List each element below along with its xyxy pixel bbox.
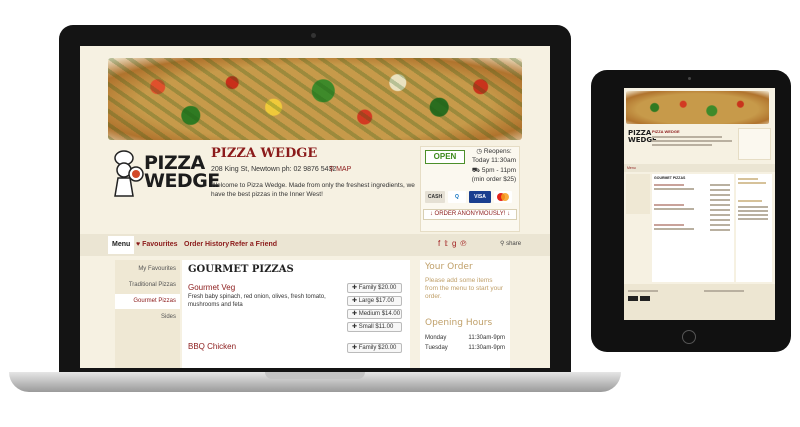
- hours-row: Tuesday 11:30am-9pm: [425, 345, 505, 351]
- q-card-icon: Q: [448, 191, 466, 203]
- map-link[interactable]: ⚲ MAP: [329, 165, 351, 173]
- welcome-text: Welcome to Pizza Wedge. Made from only t…: [211, 182, 415, 198]
- add-size-button[interactable]: ✚ Family $20.00: [347, 283, 402, 293]
- tab-menu[interactable]: Menu: [108, 236, 135, 254]
- tab-order-history[interactable]: Order History: [184, 236, 229, 254]
- menu-item-name[interactable]: Gourmet Veg: [188, 283, 235, 292]
- add-size-button[interactable]: ✚ Small $11.00: [347, 322, 402, 332]
- map-pin-icon: ⚲: [329, 166, 335, 173]
- hours-row: Monday 11:30am-9pm: [425, 335, 505, 341]
- tablet-category-sidebar: [626, 174, 650, 214]
- pinterest-icon[interactable]: ℗: [460, 239, 470, 248]
- tablet-nav-bar: [624, 164, 775, 172]
- category-traditional-pizzas[interactable]: Traditional Pizzas: [115, 278, 180, 293]
- social-icons: f𝕥g℗: [438, 239, 470, 248]
- arrow-down-icon: ↓: [429, 211, 433, 217]
- payment-methods: CASH Q VISA: [425, 191, 515, 203]
- menu-item-name[interactable]: BBQ Chicken: [188, 342, 236, 351]
- laptop-screen: PIZZA WEDGE PIZZA WEDGE 208 King St, New…: [80, 46, 550, 368]
- tablet-order-panel: [736, 174, 772, 282]
- tablet-home-button[interactable]: [682, 330, 696, 344]
- open-status-badge: OPEN: [425, 150, 465, 164]
- order-anonymously-button[interactable]: ↓ ORDER ANONYMOUSLY! ↓: [423, 209, 517, 220]
- clock-icon: ◷: [476, 148, 483, 155]
- tablet-camera: [688, 77, 691, 80]
- plus-icon: ✚: [352, 311, 358, 317]
- menu-item-description: Fresh baby spinach, red onion, olives, f…: [188, 294, 326, 308]
- tablet-section-title: GOURMET PIZZAS: [654, 176, 686, 180]
- add-size-button[interactable]: ✚ Medium $14.00: [347, 309, 402, 319]
- category-gourmet-pizzas[interactable]: Gourmet Pizzas: [115, 294, 180, 309]
- order-title: Your Order: [425, 262, 473, 272]
- twitter-icon[interactable]: 𝕥: [444, 239, 452, 248]
- tablet-status-box: [738, 128, 771, 160]
- add-size-button[interactable]: ✚ Large $17.00: [347, 296, 402, 306]
- delivery-hours: ⛟ 5pm - 11pm (min order $25): [471, 167, 517, 183]
- hours-title: Opening Hours: [425, 318, 493, 328]
- restaurant-address: 208 King St, Newtown ph: 02 9876 5432: [211, 166, 337, 173]
- mastercard-icon: [494, 191, 512, 203]
- category-sides[interactable]: Sides: [115, 310, 180, 325]
- plus-icon: ✚: [352, 285, 358, 291]
- plus-icon: ✚: [352, 345, 358, 351]
- reopens-text: ◷ Reopens: Today 11:30am: [472, 148, 516, 164]
- add-size-button[interactable]: ✚ Family $20.00: [347, 343, 402, 353]
- tablet-pizza-banner: [626, 91, 769, 124]
- tablet-screen: PIZZA WEDGE PIZZA WEDGE Menu GOURMET PIZ…: [624, 88, 775, 320]
- laptop-notch: [265, 372, 365, 379]
- tablet-google-play-badge[interactable]: [640, 296, 650, 301]
- pizza-banner-image: [108, 58, 522, 140]
- visa-icon: VISA: [469, 191, 491, 203]
- cash-icon: CASH: [425, 191, 445, 203]
- tablet-app-store-badge[interactable]: [628, 296, 638, 301]
- logo-wordmark: PIZZA WEDGE: [144, 152, 220, 192]
- share-link[interactable]: ⚲ share: [500, 240, 521, 247]
- tab-favourites[interactable]: ♥ Favourites: [136, 236, 178, 254]
- order-empty-message: Please add some items from the menu to s…: [425, 277, 504, 300]
- plus-icon: ✚: [352, 298, 358, 304]
- truck-icon: ⛟: [471, 167, 481, 174]
- heart-icon: ♥: [136, 241, 141, 248]
- laptop-camera: [311, 33, 316, 38]
- chef-logo-icon: [114, 150, 144, 197]
- tab-refer-friend[interactable]: Refer a Friend: [230, 236, 277, 254]
- share-icon: ⚲: [500, 241, 505, 247]
- tablet-tab-menu[interactable]: Menu: [627, 166, 636, 170]
- restaurant-name: PIZZA WEDGE: [211, 146, 318, 161]
- plus-icon: ✚: [352, 324, 358, 330]
- category-my-favourites[interactable]: My Favourites: [115, 262, 180, 277]
- section-title: GOURMET PIZZAS: [188, 264, 294, 275]
- tablet-restaurant-name: PIZZA WEDGE: [652, 129, 680, 134]
